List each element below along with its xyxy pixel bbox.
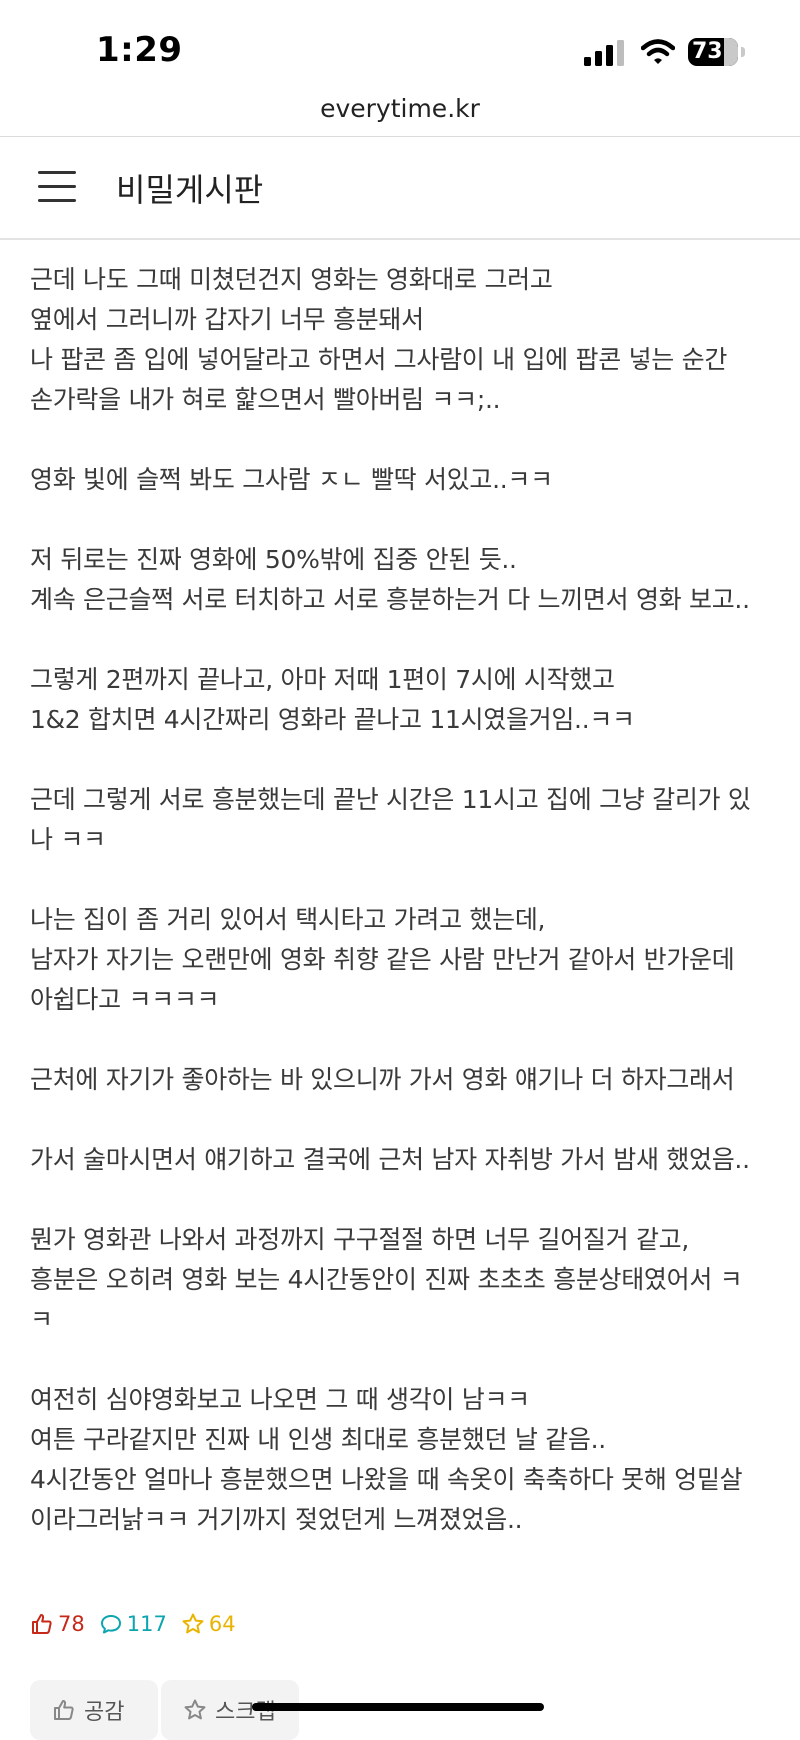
post-paragraph: 뭔가 영화관 나와서 과정까지 구구절절 하면 너무 길어질거 같고, 흥분은 오…: [30, 1220, 790, 1340]
post-text-line: 저 뒤로는 진짜 영화에 50%밖에 집중 안된 듯..: [30, 545, 517, 574]
post-text-line: 여전히 심야영화보고 나오면 그 때 생각이 남ㅋㅋ: [30, 1385, 530, 1414]
like-count: 78: [58, 1612, 85, 1636]
comment-count-group: 117: [99, 1612, 167, 1636]
home-indicator: [252, 1703, 544, 1711]
header-divider: [0, 238, 800, 240]
post-text-line: 1&2 합치면 4시간짜리 영화라 끝나고 11시였을거임..ㅋㅋ: [30, 705, 635, 734]
post-text-line: 남자가 자기는 오랜만에 영화 취향 같은 사람 만난거 같아서 반가운데: [30, 945, 735, 974]
post-text-line: 나 ㅋㅋ: [30, 825, 106, 854]
post-text-line: 근데 나도 그때 미쳤던건지 영화는 영화대로 그러고: [30, 265, 553, 294]
status-bar: 1:29 73: [0, 0, 800, 90]
post-text-line: 이라그러낡ㅋㅋ 거기까지 젖었던게 느껴졌었음..: [30, 1505, 523, 1534]
wifi-icon: [641, 39, 675, 64]
address-bar-url[interactable]: everytime.kr: [0, 94, 800, 123]
post-paragraph: 나는 집이 좀 거리 있어서 택시타고 가려고 했는데, 남자가 자기는 오랜만에…: [30, 900, 790, 1020]
post-text-line: ㅋ: [30, 1305, 53, 1334]
post-text-line: 아쉽다고 ㅋㅋㅋㅋ: [30, 985, 220, 1014]
post-text-line: 뭔가 영화관 나와서 과정까지 구구절절 하면 너무 길어질거 같고,: [30, 1225, 690, 1254]
post-text-line: 손가락을 내가 혀로 핥으면서 빨아버림 ㅋㅋ;..: [30, 385, 501, 414]
post-paragraph: 근처에 자기가 좋아하는 바 있으니까 가서 영화 얘기나 더 하자그래서: [30, 1060, 790, 1100]
scrap-count-group: 64: [181, 1612, 236, 1636]
thumbs-up-icon: [32, 1614, 52, 1634]
like-button-label: 공감: [84, 1700, 125, 1725]
post-paragraph: 근데 나도 그때 미쳤던건지 영화는 영화대로 그러고옆에서 그러니까 갑자기 …: [30, 260, 790, 420]
hamburger-menu-icon[interactable]: [38, 171, 76, 203]
star-icon: [182, 1613, 204, 1634]
post-text-line: 근데 그렇게 서로 흥분했는데 끝난 시간은 11시고 집에 그냥 갈리가 있: [30, 785, 751, 814]
scrap-count: 64: [208, 1612, 236, 1636]
post-text-line: 영화 빛에 슬쩍 봐도 그사람 ㅈㄴ 빨딱 서있고..ㅋㅋ: [30, 465, 553, 494]
like-count-group: 78: [30, 1612, 85, 1636]
battery-icon: 73: [688, 38, 746, 68]
post-text-line: 흥분은 오히려 영화 보는 4시간동안이 진짜 초초초 흥분상태였어서 ㅋ: [30, 1265, 743, 1294]
post-text-line: 여튼 구라같지만 진짜 내 인생 최대로 흥분했던 날 같음..: [30, 1425, 606, 1454]
post-paragraph: 저 뒤로는 진짜 영화에 50%밖에 집중 안된 듯.. 계속 은근슬쩍 서로 터…: [30, 540, 790, 620]
status-time: 1:29: [96, 30, 183, 70]
post-text-line: 나는 집이 좀 거리 있어서 택시타고 가려고 했는데,: [30, 905, 546, 934]
post-body: 근데 나도 그때 미쳤던건지 영화는 영화대로 그러고옆에서 그러니까 갑자기 …: [30, 260, 790, 1580]
reaction-counts: 78 117 64: [30, 1604, 250, 1644]
star-icon: [184, 1699, 206, 1720]
post-text-line: 나 팝콘 좀 입에 넣어달라고 하면서 그사람이 내 입에 팝콘 넣는 순간: [30, 345, 728, 374]
board-title: 비밀게시판: [116, 171, 264, 209]
post-text-line: 계속 은근슬쩍 서로 터치하고 서로 흥분하는거 다 느끼면서 영화 보고..: [30, 585, 750, 614]
post-paragraph: 가서 술마시면서 얘기하고 결국에 근처 남자 자취방 가서 밤새 했었음..: [30, 1140, 790, 1180]
battery-level: 73: [692, 39, 723, 64]
post-paragraph: 여전히 심야영화보고 나오면 그 때 생각이 남ㅋㅋ 여튼 구라같지만 진짜 내 …: [30, 1380, 790, 1540]
comment-count: 117: [126, 1612, 167, 1636]
post-text-line: 근처에 자기가 좋아하는 바 있으니까 가서 영화 얘기나 더 하자그래서: [30, 1065, 735, 1094]
like-button[interactable]: 공감: [30, 1680, 158, 1740]
post-paragraph: 근데 그렇게 서로 흥분했는데 끝난 시간은 11시고 집에 그냥 갈리가 있나…: [30, 780, 790, 860]
post-text-line: 그렇게 2편까지 끝나고, 아마 저때 1편이 7시에 시작했고: [30, 665, 615, 694]
comment-bubble-icon: [100, 1615, 121, 1634]
cellular-signal-icon: [584, 40, 624, 66]
post-paragraph: 영화 빛에 슬쩍 봐도 그사람 ㅈㄴ 빨딱 서있고..ㅋㅋ: [30, 460, 790, 500]
post-text-line: 4시간동안 얼마나 흥분했으면 나왔을 때 속옷이 축축하다 못해 엉밑살: [30, 1465, 743, 1494]
board-header: 비밀게시판: [0, 137, 800, 239]
post-text-line: 옆에서 그러니까 갑자기 너무 흥분돼서: [30, 305, 424, 334]
post-paragraph: 그렇게 2편까지 끝나고, 아마 저때 1편이 7시에 시작했고 1&2 합치면 …: [30, 660, 790, 740]
thumbs-up-icon: [54, 1700, 74, 1720]
post-text-line: 가서 술마시면서 얘기하고 결국에 근처 남자 자취방 가서 밤새 했었음..: [30, 1145, 750, 1174]
